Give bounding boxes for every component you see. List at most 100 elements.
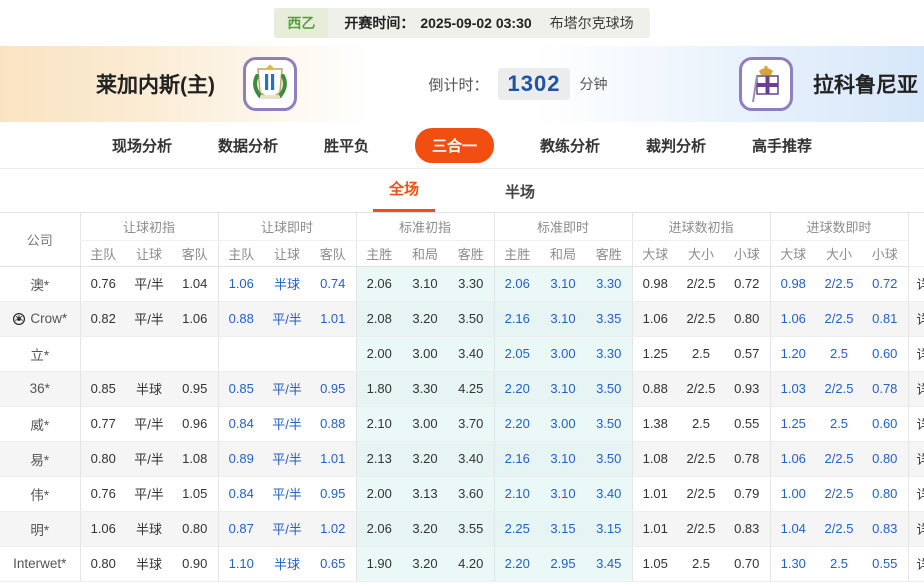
nav-tab-7[interactable]: 高手推荐 (752, 135, 812, 156)
company-cell: 立* (0, 336, 80, 371)
sub-header: 大球 (632, 240, 678, 266)
odds-table-head: 公司让球初指让球即时标准初指标准即时进球数初指进球数即时主队让球客队主队让球客队… (0, 213, 924, 266)
odds-cell-goals-init: 0.98 (632, 266, 678, 301)
odds-cell-handicap-live: 0.65 (310, 546, 356, 581)
detail-link[interactable]: 详情 (917, 557, 924, 572)
odds-cell-goals-init: 1.01 (632, 476, 678, 511)
sub-header: 客队 (172, 240, 218, 266)
detail-cell: 详情 (908, 301, 924, 336)
odds-cell-handicap-init: 0.85 (80, 371, 126, 406)
away-team-name: 拉科鲁尼亚 (813, 69, 918, 99)
odds-cell-goals-live: 0.55 (862, 546, 908, 581)
odds-cell-handicap-live: 半球 (264, 546, 310, 581)
odds-cell-handicap-init: 平/半 (126, 441, 172, 476)
odds-cell-handicap-live (218, 336, 264, 371)
nav-tab-1[interactable]: 现场分析 (112, 135, 172, 156)
odds-cell-std-live: 2.20 (494, 406, 540, 441)
leganes-crest-icon (248, 62, 292, 106)
detail-cell: 详情 (908, 336, 924, 371)
odds-table: 公司让球初指让球即时标准初指标准即时进球数初指进球数即时主队让球客队主队让球客队… (0, 213, 924, 582)
odds-cell-handicap-live: 0.88 (218, 301, 264, 336)
odds-cell-goals-init: 2/2.5 (678, 476, 724, 511)
odds-cell-goals-init: 1.01 (632, 511, 678, 546)
sub-header: 客队 (310, 240, 356, 266)
detail-link[interactable]: 详情 (917, 347, 924, 362)
odds-cell-handicap-init: 1.04 (172, 266, 218, 301)
company-name: 立* (30, 344, 49, 364)
venue: 布塔尔克球场 (538, 13, 650, 33)
odds-cell-std-init: 3.20 (402, 441, 448, 476)
odds-cell-goals-live: 2/2.5 (816, 441, 862, 476)
period-tab-2[interactable]: 半场 (489, 181, 551, 212)
odds-cell-goals-init: 2/2.5 (678, 266, 724, 301)
odds-cell-goals-live: 1.03 (770, 371, 816, 406)
odds-cell-goals-live: 2/2.5 (816, 266, 862, 301)
odds-cell-std-live: 3.35 (586, 301, 632, 336)
group-header-1: 让球初指 (80, 213, 218, 240)
odds-cell-goals-init: 1.08 (632, 441, 678, 476)
odds-cell-std-live: 3.30 (586, 266, 632, 301)
odds-cell-handicap-init: 半球 (126, 511, 172, 546)
nav-tab-4[interactable]: 三合一 (415, 128, 494, 163)
odds-cell-std-init: 2.06 (356, 266, 402, 301)
odds-cell-handicap-init: 1.08 (172, 441, 218, 476)
odds-cell-goals-init: 2.5 (678, 336, 724, 371)
detail-link[interactable]: 详情 (917, 312, 924, 327)
period-tab-1[interactable]: 全场 (373, 178, 435, 212)
detail-link[interactable]: 详情 (917, 277, 924, 292)
odds-cell-goals-live: 2/2.5 (816, 301, 862, 336)
company-name: 36* (30, 381, 50, 396)
detail-link[interactable]: 详情 (917, 522, 924, 537)
company-name: 伟* (30, 484, 49, 504)
odds-row: 威*0.77平/半0.960.84平/半0.882.103.003.702.20… (0, 406, 924, 441)
odds-cell-std-init: 4.25 (448, 371, 494, 406)
odds-cell-std-live: 3.15 (540, 511, 586, 546)
odds-cell-handicap-live: 平/半 (264, 371, 310, 406)
company-name: 明* (30, 519, 49, 539)
odds-cell-handicap-live: 平/半 (264, 301, 310, 336)
nav-tab-2[interactable]: 数据分析 (218, 135, 278, 156)
odds-cell-std-live: 3.50 (586, 406, 632, 441)
countdown-value: 1302 (498, 68, 571, 100)
odds-cell-std-init: 3.40 (448, 336, 494, 371)
nav-tab-5[interactable]: 教练分析 (540, 135, 600, 156)
odds-cell-handicap-init: 0.80 (80, 546, 126, 581)
detail-link[interactable]: 详情 (917, 382, 924, 397)
odds-cell-goals-live: 2/2.5 (816, 371, 862, 406)
odds-cell-std-live: 3.10 (540, 301, 586, 336)
sub-header: 客胜 (586, 240, 632, 266)
detail-link[interactable]: 详情 (917, 487, 924, 502)
group-header-6: 进球数即时 (770, 213, 908, 240)
company-name: 澳* (30, 274, 49, 294)
odds-cell-handicap-init: 半球 (126, 371, 172, 406)
odds-cell-std-live: 2.10 (494, 476, 540, 511)
company-header: 公司 (0, 213, 80, 266)
odds-cell-goals-live: 0.60 (862, 336, 908, 371)
home-team: 莱加内斯(主) (96, 57, 297, 111)
detail-cell: 详情 (908, 476, 924, 511)
odds-cell-std-live: 3.10 (540, 441, 586, 476)
league-badge[interactable]: 西乙 (274, 8, 328, 38)
group-header-3: 标准初指 (356, 213, 494, 240)
odds-cell-handicap-init: 0.95 (172, 371, 218, 406)
odds-cell-handicap-live: 0.84 (218, 476, 264, 511)
odds-cell-std-init: 2.08 (356, 301, 402, 336)
company-name: 易* (30, 449, 49, 469)
group-header-2: 让球即时 (218, 213, 356, 240)
odds-cell-goals-init: 0.72 (724, 266, 770, 301)
odds-row: 澳*0.76平/半1.041.06半球0.742.063.103.302.063… (0, 266, 924, 301)
detail-link[interactable]: 详情 (917, 452, 924, 467)
odds-cell-std-init: 2.00 (356, 336, 402, 371)
nav-tab-6[interactable]: 裁判分析 (646, 135, 706, 156)
company-cell: 易* (0, 441, 80, 476)
odds-cell-std-init: 3.40 (448, 441, 494, 476)
odds-cell-std-live: 3.10 (540, 371, 586, 406)
odds-cell-handicap-init: 0.76 (80, 266, 126, 301)
company-name: 威* (30, 414, 49, 434)
odds-cell-handicap-init: 0.76 (80, 476, 126, 511)
odds-cell-std-live: 2.95 (540, 546, 586, 581)
nav-tab-3[interactable]: 胜平负 (324, 135, 369, 156)
odds-cell-std-init: 3.00 (402, 406, 448, 441)
odds-cell-handicap-live (264, 336, 310, 371)
detail-link[interactable]: 详情 (917, 417, 924, 432)
